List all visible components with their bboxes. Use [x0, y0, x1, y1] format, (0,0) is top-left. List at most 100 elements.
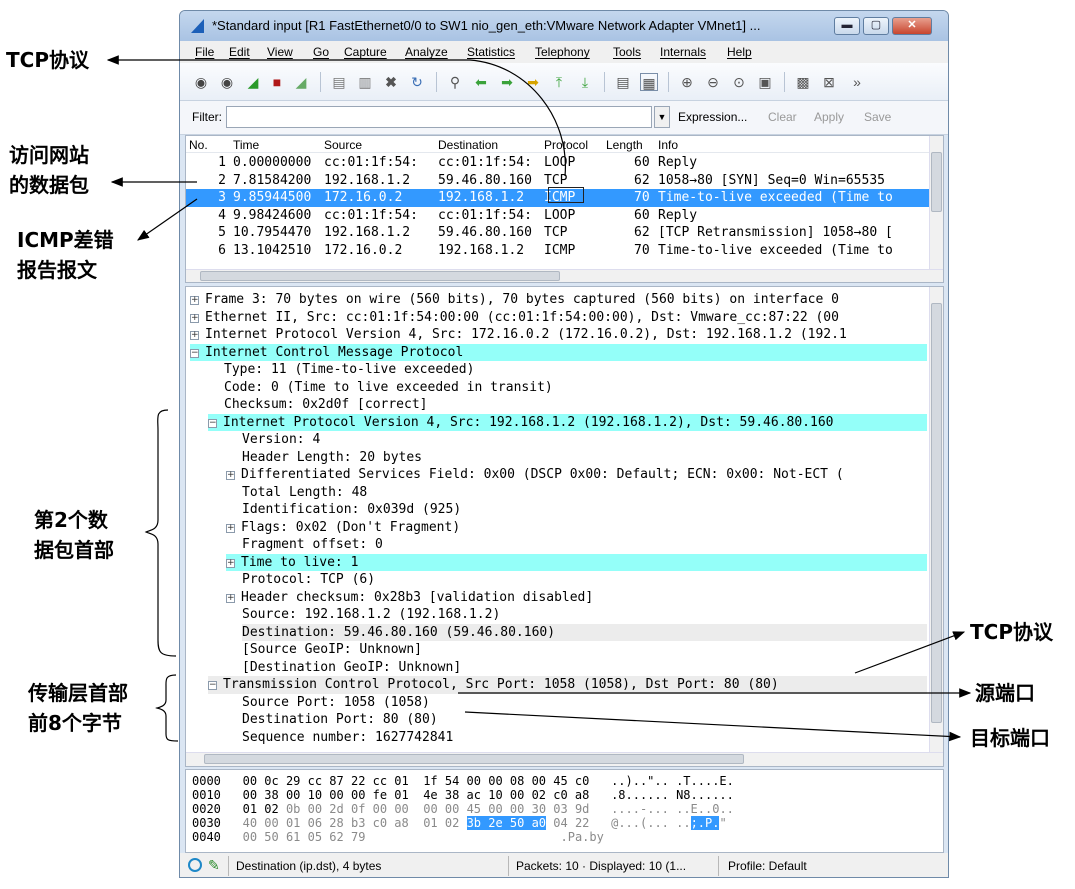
- detail-row[interactable]: − Internet Protocol Version 4, Src: 192.1…: [208, 413, 927, 431]
- details-hscroll[interactable]: [186, 752, 943, 766]
- detail-row[interactable]: + Flags: 0x02 (Don't Fragment): [226, 519, 927, 537]
- expand-icon[interactable]: +: [190, 331, 199, 340]
- packet-row[interactable]: 6 13.1042510 172.16.0.2 192.168.1.2 ICMP 70 Ti…: [186, 242, 931, 260]
- collapse-icon[interactable]: −: [208, 681, 217, 690]
- column-info[interactable]: Info: [658, 138, 678, 152]
- detail-row[interactable]: Total Length: 48: [242, 484, 927, 502]
- detail-row[interactable]: Fragment offset: 0: [242, 536, 927, 554]
- stop-capture-icon[interactable]: ■: [268, 73, 286, 91]
- maximize-button[interactable]: ▢: [863, 17, 889, 35]
- save-button[interactable]: Save: [864, 110, 891, 124]
- menu-go[interactable]: Go: [313, 45, 329, 59]
- detail-row[interactable]: Type: 11 (Time-to-live exceeded): [224, 361, 927, 379]
- go-to-packet-icon[interactable]: ➡: [524, 73, 542, 91]
- scroll-thumb[interactable]: [931, 152, 942, 212]
- display-filter-input[interactable]: [226, 106, 652, 128]
- detail-row[interactable]: Destination: 59.46.80.160 (59.46.80.160): [242, 623, 927, 641]
- packet-row[interactable]: 1 0.00000000 cc:01:1f:54: cc:01:1f:54: LOOP 6…: [186, 154, 931, 172]
- scroll-thumb[interactable]: [204, 754, 744, 764]
- column-time[interactable]: Time: [233, 138, 259, 152]
- expand-icon[interactable]: +: [190, 296, 199, 305]
- menu-statistics[interactable]: Statistics: [467, 45, 515, 59]
- menu-internals[interactable]: Internals: [660, 45, 706, 59]
- menu-analyze[interactable]: Analyze: [405, 45, 448, 59]
- detail-row[interactable]: Header Length: 20 bytes: [242, 449, 927, 467]
- options-icon[interactable]: ◉: [218, 73, 236, 91]
- zoom-in-icon[interactable]: ⊕: [678, 73, 696, 91]
- find-packet-icon[interactable]: ⚲: [446, 73, 464, 91]
- column-protocol[interactable]: Protocol: [544, 138, 588, 152]
- colorize-icon[interactable]: ▤: [614, 73, 632, 91]
- expression-button[interactable]: Expression...: [678, 110, 747, 124]
- detail-row[interactable]: − Transmission Control Protocol, Src Port…: [208, 676, 927, 694]
- zoom-out-icon[interactable]: ⊖: [704, 73, 722, 91]
- scroll-thumb[interactable]: [200, 271, 560, 281]
- detail-row[interactable]: Code: 0 (Time to live exceeded in transi…: [224, 379, 927, 397]
- detail-row[interactable]: + Internet Protocol Version 4, Src: 172.1…: [190, 326, 927, 344]
- detail-row[interactable]: Identification: 0x039d (925): [242, 501, 927, 519]
- packet-list-vscroll[interactable]: [929, 136, 943, 270]
- expert-info-icon[interactable]: [188, 858, 202, 872]
- go-forward-icon[interactable]: ➡: [498, 73, 516, 91]
- column-destination[interactable]: Destination: [438, 138, 498, 152]
- expand-icon[interactable]: +: [226, 593, 235, 603]
- detail-row[interactable]: Destination Port: 80 (80): [242, 711, 927, 729]
- resize-columns-icon[interactable]: ▣: [756, 73, 774, 91]
- detail-row[interactable]: [Source GeoIP: Unknown]: [242, 641, 927, 659]
- collapse-icon[interactable]: −: [208, 418, 217, 428]
- detail-row[interactable]: Protocol: TCP (6): [242, 571, 927, 589]
- expand-icon[interactable]: +: [190, 313, 199, 323]
- clear-button[interactable]: Clear: [768, 110, 797, 124]
- reload-icon[interactable]: ↻: [408, 73, 426, 91]
- menu-telephony[interactable]: Telephony: [535, 45, 590, 59]
- packet-row[interactable]: 5 10.7954470 192.168.1.2 59.46.80.160 TCP 62 […: [186, 224, 931, 242]
- menu-help[interactable]: Help: [727, 45, 752, 59]
- packet-list-hscroll[interactable]: [186, 269, 943, 282]
- menu-view[interactable]: View: [267, 45, 293, 59]
- start-capture-icon[interactable]: ◢: [244, 73, 262, 91]
- detail-row[interactable]: + Differentiated Services Field: 0x00 (DS…: [226, 466, 927, 484]
- detail-row[interactable]: + Frame 3: 70 bytes on wire (560 bits), 7…: [190, 291, 927, 309]
- zoom-normal-icon[interactable]: ⊙: [730, 73, 748, 91]
- interfaces-icon[interactable]: ◉: [192, 73, 210, 91]
- restart-capture-icon[interactable]: ◢: [292, 73, 310, 91]
- save-file-icon[interactable]: ▥: [356, 73, 374, 91]
- menu-edit[interactable]: Edit: [229, 45, 250, 59]
- detail-row[interactable]: Source Port: 1058 (1058): [242, 694, 927, 712]
- detail-row[interactable]: Checksum: 0x2d0f [correct]: [224, 396, 927, 414]
- minimize-button[interactable]: ▬: [834, 17, 860, 35]
- detail-row[interactable]: Sequence number: 1627742841: [242, 729, 927, 747]
- capture-comment-icon[interactable]: ✎: [208, 857, 220, 874]
- details-vscroll[interactable]: [929, 287, 943, 754]
- go-last-icon[interactable]: ⤓: [576, 73, 594, 91]
- detail-row[interactable]: Version: 4: [242, 431, 927, 449]
- open-file-icon[interactable]: ▤: [330, 73, 348, 91]
- title-bar[interactable]: *Standard input [R1 FastEthernet0/0 to S…: [180, 11, 948, 41]
- menu-tools[interactable]: Tools: [613, 45, 641, 59]
- detail-row[interactable]: + Ethernet II, Src: cc:01:1f:54:00:00 (cc…: [190, 309, 927, 327]
- expand-icon[interactable]: +: [226, 523, 235, 533]
- collapse-icon[interactable]: −: [190, 348, 199, 358]
- packet-row[interactable]: 4 9.98424600 cc:01:1f:54: cc:01:1f:54: LOOP 6…: [186, 207, 931, 225]
- detail-row[interactable]: + Header checksum: 0x28b3 [validation dis…: [226, 589, 927, 607]
- detail-row[interactable]: [Destination GeoIP: Unknown]: [242, 659, 927, 677]
- column-no[interactable]: No.: [189, 138, 208, 152]
- auto-scroll-icon[interactable]: ▦: [640, 73, 658, 91]
- column-length[interactable]: Length: [606, 138, 643, 152]
- capture-filters-icon[interactable]: ▩: [794, 73, 812, 91]
- column-source[interactable]: Source: [324, 138, 362, 152]
- go-first-icon[interactable]: ⤒: [550, 73, 568, 91]
- filter-dropdown-button[interactable]: ▼: [654, 106, 670, 128]
- go-back-icon[interactable]: ⬅: [472, 73, 490, 91]
- display-filters-icon[interactable]: ⊠: [820, 73, 838, 91]
- more-tools-icon[interactable]: »: [848, 73, 866, 91]
- expand-icon[interactable]: +: [226, 558, 235, 568]
- menu-capture[interactable]: Capture: [344, 45, 387, 59]
- apply-button[interactable]: Apply: [814, 110, 844, 124]
- close-button[interactable]: ✕: [892, 17, 932, 35]
- menu-file[interactable]: File: [195, 45, 214, 59]
- detail-row[interactable]: − Internet Control Message Protocol: [190, 343, 927, 361]
- detail-row[interactable]: Source: 192.168.1.2 (192.168.1.2): [242, 606, 927, 624]
- close-file-icon[interactable]: ✖: [382, 73, 400, 91]
- scroll-thumb[interactable]: [931, 303, 942, 723]
